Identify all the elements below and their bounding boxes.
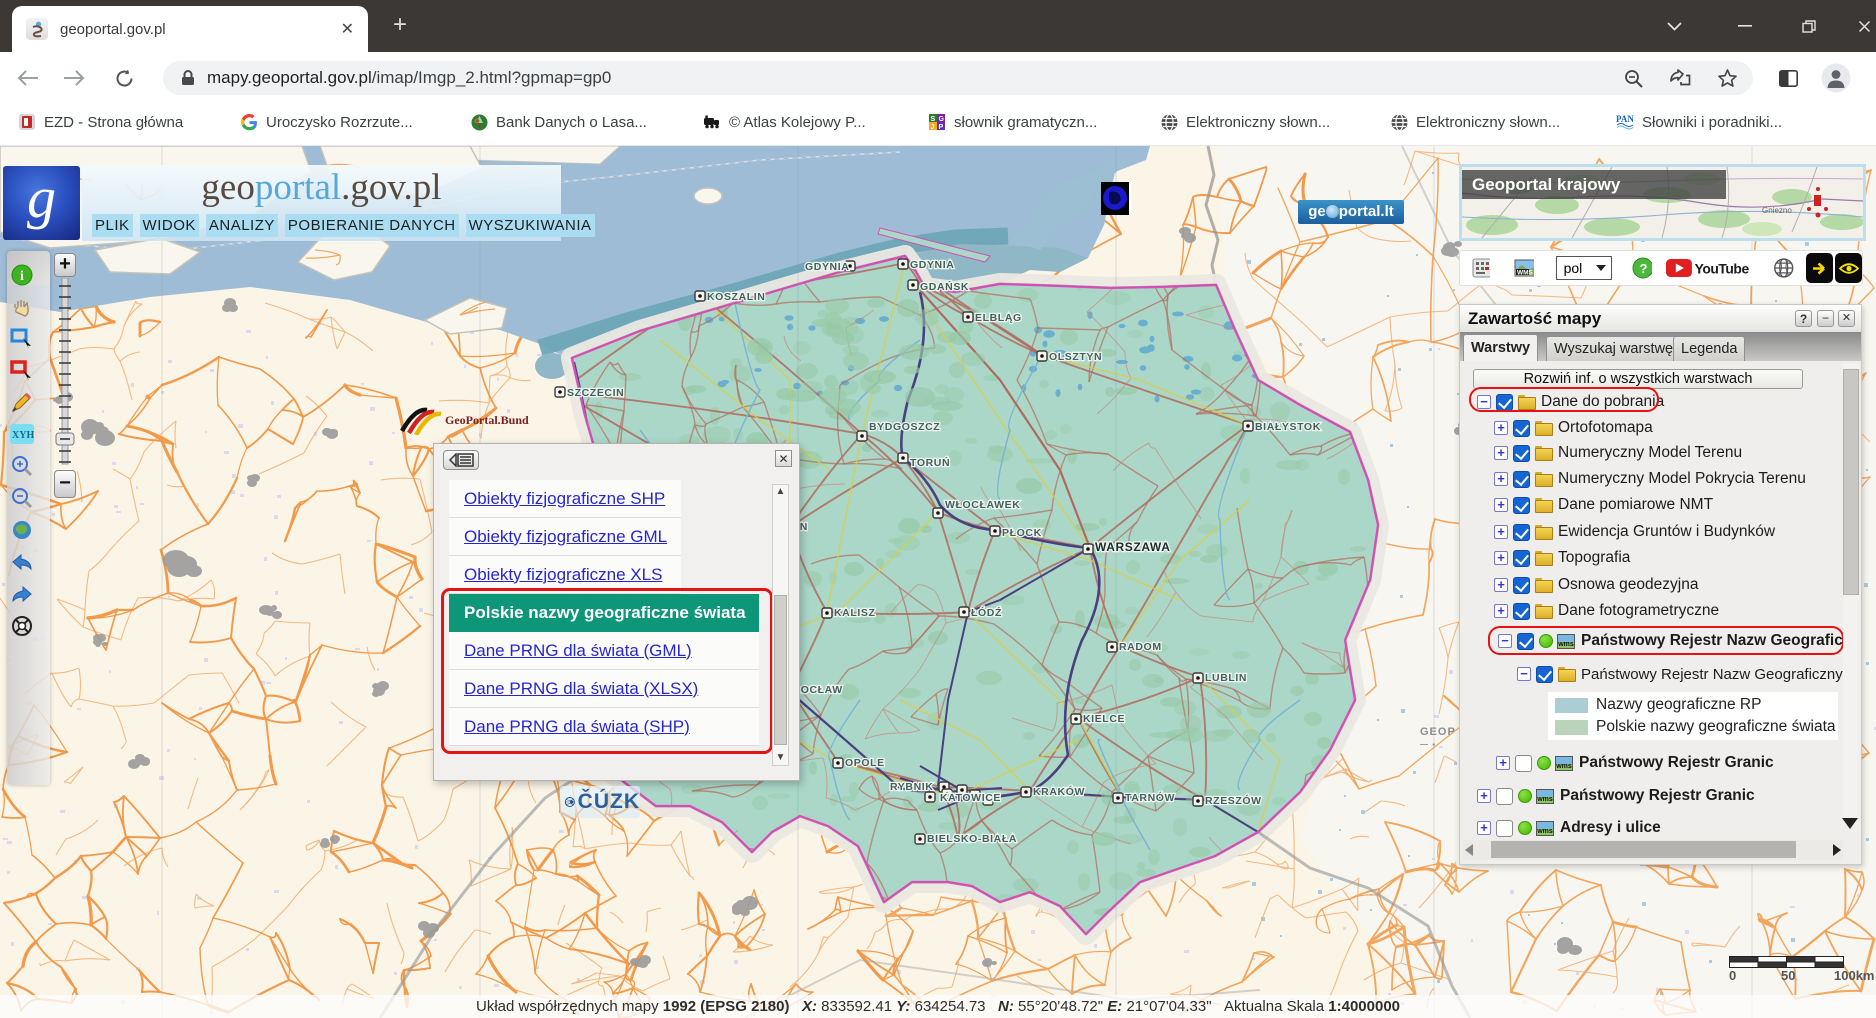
svg-text:WARSZAWA: WARSZAWA bbox=[1095, 540, 1170, 554]
svg-text:KALISZ: KALISZ bbox=[834, 607, 876, 619]
svg-text:BYDGOSZCZ: BYDGOSZCZ bbox=[869, 421, 940, 433]
svg-text:KOSZALIN: KOSZALIN bbox=[707, 291, 765, 303]
svg-text:PŁOCK: PŁOCK bbox=[1002, 527, 1042, 539]
svg-text:100km: 100km bbox=[1834, 968, 1874, 982]
svg-text:WŁOCŁAWEK: WŁOCŁAWEK bbox=[945, 499, 1020, 511]
svg-text:RYBNIK: RYBNIK bbox=[890, 781, 933, 793]
svg-text:XYH: XYH bbox=[12, 430, 34, 441]
svg-text:OLSZTYN: OLSZTYN bbox=[1049, 351, 1102, 363]
svg-text:SZCZECIN: SZCZECIN bbox=[567, 387, 624, 399]
svg-text:TORUŃ: TORUŃ bbox=[910, 456, 950, 469]
svg-text:GDYNIA: GDYNIA bbox=[910, 259, 954, 271]
svg-text:BIAŁYSTOK: BIAŁYSTOK bbox=[1255, 421, 1321, 433]
svg-text:YouTube: YouTube bbox=[1694, 260, 1749, 276]
svg-text:ELBLĄG: ELBLĄG bbox=[975, 312, 1022, 324]
svg-text:BIELSKO-BIAŁA: BIELSKO-BIAŁA bbox=[927, 833, 1017, 845]
svg-text:Gniezno: Gniezno bbox=[1762, 206, 1792, 215]
svg-text:0: 0 bbox=[1729, 968, 1736, 982]
svg-text:OPOLE: OPOLE bbox=[845, 757, 885, 769]
svg-text:KATOWICE: KATOWICE bbox=[940, 792, 1001, 804]
svg-text:GDYNIA: GDYNIA bbox=[805, 261, 849, 273]
svg-text:i: i bbox=[20, 269, 24, 284]
svg-text:PAN: PAN bbox=[1616, 114, 1634, 124]
svg-text:P: P bbox=[939, 124, 944, 131]
svg-text:J: J bbox=[931, 124, 935, 131]
svg-text:RZESZÓW: RZESZÓW bbox=[1205, 794, 1262, 807]
svg-text:KIELCE: KIELCE bbox=[1083, 713, 1125, 725]
svg-text:LUBLIN: LUBLIN bbox=[1205, 672, 1247, 684]
svg-text:GDAŃSK: GDAŃSK bbox=[920, 280, 969, 293]
svg-text:TARNÓW: TARNÓW bbox=[1125, 791, 1175, 804]
svg-text:ŁÓDŹ: ŁÓDŹ bbox=[971, 606, 1002, 619]
svg-text:?: ? bbox=[1639, 261, 1647, 276]
svg-text:RADOM: RADOM bbox=[1119, 641, 1162, 653]
svg-text:KRAKÓW: KRAKÓW bbox=[1033, 785, 1085, 798]
svg-text:50: 50 bbox=[1781, 968, 1795, 982]
svg-text:WMS: WMS bbox=[1517, 270, 1534, 277]
svg-text:G: G bbox=[939, 116, 945, 123]
svg-text:GeoPortal.Bund: GeoPortal.Bund bbox=[445, 413, 529, 427]
svg-text:S: S bbox=[931, 116, 936, 123]
